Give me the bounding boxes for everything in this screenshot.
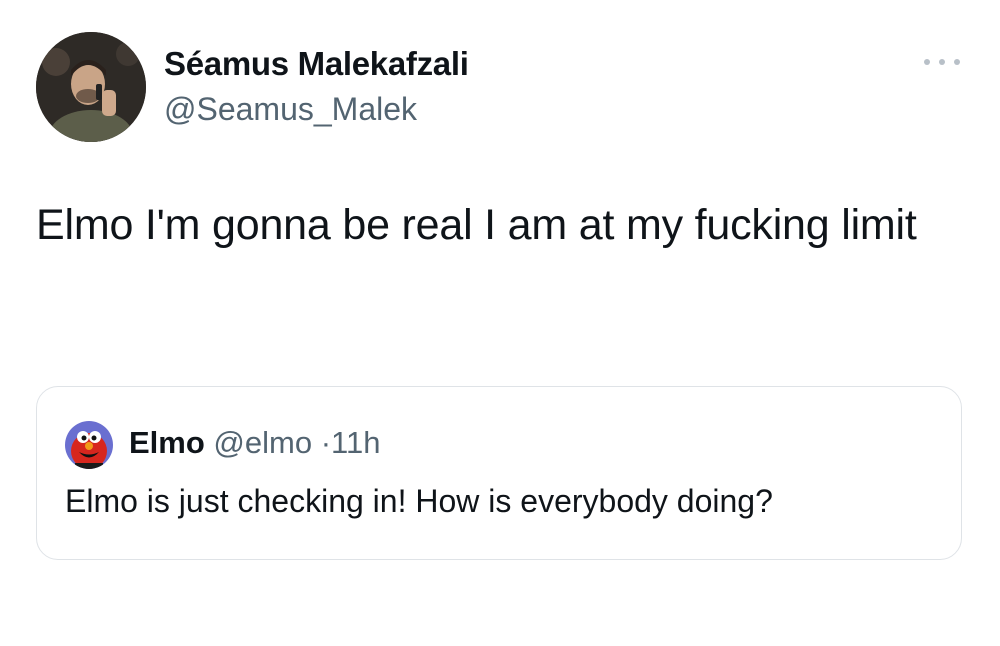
elmo-avatar-icon [65,421,113,469]
more-options-button[interactable] [920,50,964,74]
more-horizontal-icon [924,59,930,65]
elmo-avatar[interactable] [65,421,113,469]
profile-photo-icon [36,32,146,142]
quoted-tweet[interactable]: Elmo @elmo ·11h Elmo is just checking in… [36,386,962,560]
quoted-tweet-time[interactable]: 11h [331,425,380,460]
quoted-author-handle[interactable]: @elmo [213,425,312,460]
author-name[interactable]: Séamus Malekafzali [164,45,469,83]
meta-separator: · [320,425,332,460]
author-avatar[interactable] [36,32,146,142]
quoted-author-name[interactable]: Elmo [129,425,205,460]
quoted-tweet-text: Elmo is just checking in! How is everybo… [65,483,773,519]
tweet-text: Elmo I'm gonna be real I am at my fuckin… [36,201,917,249]
author-handle[interactable]: @Seamus_Malek [164,91,417,128]
quoted-tweet-header: Elmo @elmo ·11h [129,425,380,461]
tweet: Séamus Malekafzali @Seamus_Malek Elmo I'… [0,0,1000,646]
